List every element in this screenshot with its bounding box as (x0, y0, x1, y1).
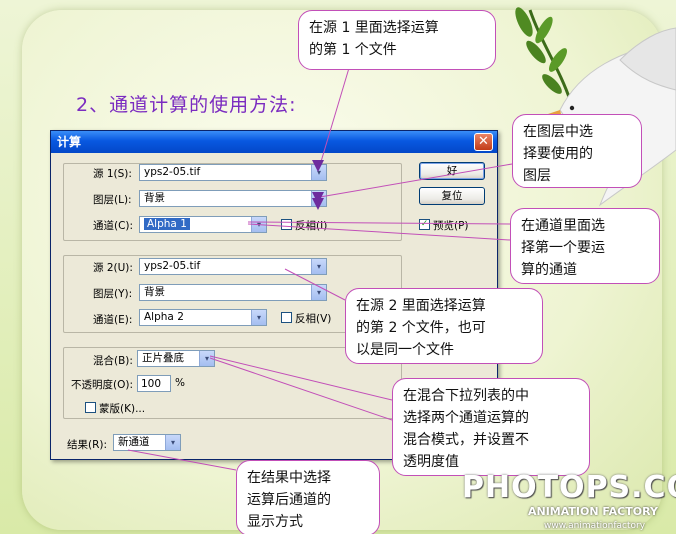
callout-text-line: 择要使用的 (523, 146, 593, 162)
ok-button[interactable]: 好 (419, 162, 485, 180)
callout-text-line: 混合模式，并设置不 (403, 432, 529, 448)
source2-layer-value: 背景 (144, 286, 165, 298)
source2-invert-checkbox[interactable] (281, 312, 292, 323)
source2-channel-label: 通道(E): (93, 314, 133, 326)
chevron-down-icon[interactable]: ▾ (311, 165, 326, 180)
mask-checkbox[interactable] (85, 402, 96, 413)
watermark-logo: PHOTOPS.COM (462, 470, 676, 505)
callout-text-line: 算的通道 (521, 262, 577, 278)
chevron-down-icon[interactable]: ▾ (199, 351, 214, 366)
slide: 2、通道计算的使用方法: 计算 ✕ 源 1(S): yps2-05.tif ▾ … (0, 0, 676, 534)
source1-value: yps2-05.tif (144, 166, 201, 178)
opacity-label: 不透明度(O): (71, 379, 133, 391)
source2-select[interactable]: yps2-05.tif ▾ (139, 258, 327, 275)
callout-text-line: 的第 2 个文件，也可 (356, 320, 486, 336)
reset-button[interactable]: 复位 (419, 187, 485, 205)
callout-text-line: 在混合下拉列表的中 (403, 388, 529, 404)
callout-result: 在结果中选择 运算后通道的 显示方式 (236, 460, 380, 534)
chevron-down-icon[interactable]: ▾ (311, 259, 326, 274)
result-select[interactable]: 新通道 ▾ (113, 434, 181, 451)
callout-text-line: 运算后通道的 (247, 492, 331, 508)
callout-text-line: 以是同一个文件 (356, 342, 454, 358)
chevron-down-icon[interactable]: ▾ (311, 191, 326, 206)
chevron-down-icon[interactable]: ▾ (165, 435, 180, 450)
callout-source2: 在源 2 里面选择运算 的第 2 个文件，也可 以是同一个文件 (345, 288, 543, 364)
dialog-titlebar[interactable]: 计算 ✕ (51, 131, 497, 153)
source1-channel-label: 通道(C): (93, 220, 134, 232)
source1-channel-select[interactable]: Alpha 1 ▾ (139, 216, 267, 233)
chevron-down-icon[interactable]: ▾ (311, 285, 326, 300)
page-title: 2、通道计算的使用方法: (76, 94, 297, 116)
callout-text-line: 图层 (523, 168, 551, 184)
mask-label[interactable]: 蒙版(K)... (99, 401, 145, 416)
callout-layer: 在图层中选 择要使用的 图层 (512, 114, 642, 188)
result-value: 新通道 (118, 436, 150, 448)
source2-value: yps2-05.tif (144, 260, 201, 272)
source2-invert-label[interactable]: 反相(V) (295, 311, 331, 326)
source1-select[interactable]: yps2-05.tif ▾ (139, 164, 327, 181)
result-label: 结果(R): (67, 439, 108, 451)
callout-text-line: 在源 1 里面选择运算 (309, 20, 439, 36)
blend-select[interactable]: 正片叠底 ▾ (137, 350, 215, 367)
source2-label: 源 2(U): (93, 262, 133, 274)
callout-text-line: 在结果中选择 (247, 470, 331, 486)
blend-value: 正片叠底 (142, 352, 184, 364)
callout-blend: 在混合下拉列表的中 选择两个通道运算的 混合模式，并设置不 透明度值 (392, 378, 590, 476)
preview-label[interactable]: 预览(P) (433, 218, 469, 233)
blend-label: 混合(B): (93, 355, 133, 367)
chevron-down-icon[interactable]: ▾ (251, 310, 266, 325)
source1-label: 源 1(S): (93, 168, 132, 180)
source1-layer-label: 图层(L): (93, 194, 132, 206)
source1-invert-label[interactable]: 反相(I) (295, 218, 327, 233)
opacity-input[interactable] (137, 375, 171, 392)
callout-text-line: 的第 1 个文件 (309, 42, 397, 58)
callout-source1: 在源 1 里面选择运算 的第 1 个文件 (298, 10, 496, 70)
watermark-url: www.animationfactory (544, 521, 646, 531)
chevron-down-icon[interactable]: ▾ (251, 217, 266, 232)
close-button[interactable]: ✕ (474, 133, 493, 151)
opacity-unit: % (175, 377, 185, 389)
callout-text-line: 在源 2 里面选择运算 (356, 298, 486, 314)
callout-text-line: 择第一个要运 (521, 240, 605, 256)
callout-text-line: 选择两个通道运算的 (403, 410, 529, 426)
preview-checkbox[interactable]: ✓ (419, 219, 430, 230)
source2-layer-label: 图层(Y): (93, 288, 133, 300)
close-icon: ✕ (478, 134, 489, 149)
source2-channel-value: Alpha 2 (144, 311, 184, 323)
source1-invert-checkbox[interactable] (281, 219, 292, 230)
source1-layer-value: 背景 (144, 192, 165, 204)
source1-layer-select[interactable]: 背景 ▾ (139, 190, 327, 207)
dialog-title: 计算 (57, 135, 82, 149)
source1-channel-value: Alpha 1 (144, 218, 190, 230)
callout-text-line: 在通道里面选 (521, 218, 605, 234)
callout-text-line: 在图层中选 (523, 124, 593, 140)
source2-channel-select[interactable]: Alpha 2 ▾ (139, 309, 267, 326)
watermark-sub: ANIMATION FACTORY (528, 505, 658, 518)
source2-layer-select[interactable]: 背景 ▾ (139, 284, 327, 301)
callout-channel: 在通道里面选 择第一个要运 算的通道 (510, 208, 660, 284)
callout-text-line: 显示方式 (247, 514, 303, 530)
